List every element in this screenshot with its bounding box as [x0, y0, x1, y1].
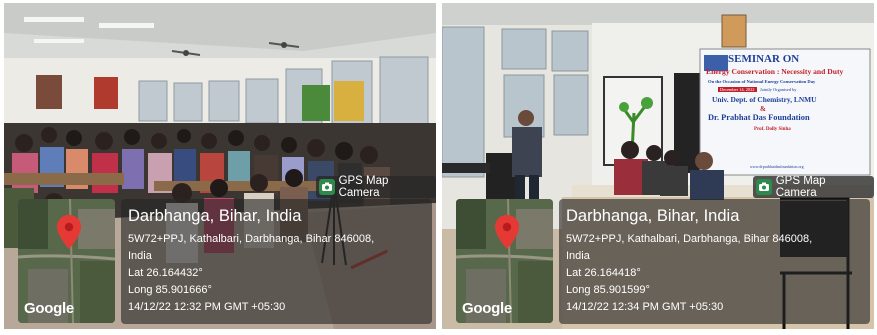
map-thumbnail: Google	[456, 199, 553, 323]
date-time: 14/12/22 12:34 PM GMT +05:30	[566, 301, 724, 313]
banner-organised: Jointly Organised by	[760, 87, 797, 92]
gps-map-camera-logo-icon	[319, 179, 335, 195]
stage-photo: SEMINAR ON Energy Conservation : Necessi…	[442, 3, 874, 329]
classroom-photo: GPS Map Camera Google Darbhanga, Bihar, …	[4, 3, 436, 329]
longitude: Long 85.901599°	[566, 284, 650, 296]
banner-amp: &	[760, 105, 766, 113]
address-line-2: India	[128, 250, 152, 262]
gps-map-camera-label: GPS Map Camera	[775, 175, 826, 199]
city-label: Darbhanga, Bihar, India	[566, 207, 740, 225]
gps-map-camera-tag: GPS Map Camera	[316, 175, 436, 199]
google-logo: Google	[24, 300, 74, 317]
map-thumbnail: Google	[18, 199, 115, 323]
address-line-1: 5W72+PPJ, Kathalbari, Darbhanga, Bihar 8…	[566, 233, 813, 245]
banner-occasion: On the Occasion of National Energy Conse…	[708, 79, 816, 84]
gps-map-camera-tag: GPS Map Camera	[753, 175, 874, 199]
gps-map-camera-logo-icon	[756, 179, 772, 195]
banner-subtitle: Energy Conservation : Necessity and Duty	[706, 67, 844, 76]
latitude: Lat 26.164418°	[566, 267, 641, 279]
date-time: 14/12/22 12:32 PM GMT +05:30	[128, 301, 286, 313]
banner-speaker: Prof. Dolly Sinha	[754, 127, 791, 132]
map-pin-icon	[495, 215, 519, 254]
google-logo: Google	[462, 300, 512, 317]
longitude: Long 85.901666°	[128, 284, 212, 296]
map-pin-icon	[57, 215, 81, 254]
address-line-1: 5W72+PPJ, Kathalbari, Darbhanga, Bihar 8…	[128, 233, 375, 245]
gps-map-camera-label: GPS Map Camera	[338, 175, 389, 199]
banner-title: SEMINAR ON	[728, 53, 800, 65]
banner-date: December 14, 2022	[718, 87, 757, 92]
latitude: Lat 26.164432°	[128, 267, 203, 279]
banner-website: www.drprabhatdasfoundation.org	[750, 164, 804, 169]
banner-org2: Dr. Prabhat Das Foundation	[708, 113, 810, 122]
location-info-panel: Darbhanga, Bihar, India 5W72+PPJ, Kathal…	[559, 199, 870, 324]
location-info-panel: Darbhanga, Bihar, India 5W72+PPJ, Kathal…	[121, 199, 432, 324]
banner-org1: Univ. Dept. of Chemistry, LNMU	[712, 95, 817, 104]
address-line-2: India	[566, 250, 590, 262]
city-label: Darbhanga, Bihar, India	[128, 207, 302, 225]
